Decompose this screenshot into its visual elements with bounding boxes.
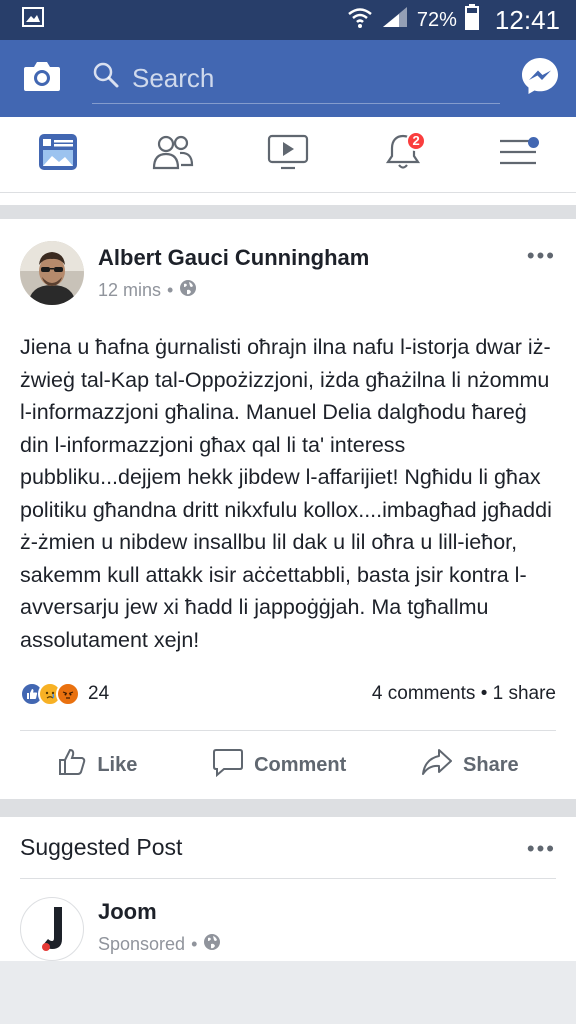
sponsor-name[interactable]: Joom bbox=[98, 899, 221, 925]
sponsored-label: Sponsored bbox=[98, 934, 186, 954]
tab-notifications[interactable]: 2 bbox=[368, 125, 438, 185]
gallery-notification-icon bbox=[22, 7, 44, 33]
globe-icon bbox=[179, 279, 197, 302]
tab-friends[interactable] bbox=[138, 125, 208, 185]
globe-icon bbox=[203, 933, 221, 956]
feed-post: Albert Gauci Cunningham 12 mins • ••• Ji… bbox=[0, 219, 576, 799]
divider bbox=[0, 205, 576, 219]
news-feed-icon bbox=[38, 133, 78, 176]
spacer bbox=[0, 193, 576, 205]
comment-label: Comment bbox=[254, 753, 347, 776]
sponsor-header: Joom Sponsored • bbox=[20, 879, 556, 961]
post-meta: 12 mins • bbox=[98, 279, 527, 302]
tab-menu[interactable] bbox=[483, 125, 553, 185]
post-time[interactable]: 12 mins bbox=[98, 280, 161, 301]
share-icon bbox=[421, 747, 453, 783]
post-actions: Like Comment Share bbox=[20, 731, 556, 799]
like-button[interactable]: Like bbox=[57, 747, 137, 783]
meta-separator: • bbox=[191, 934, 198, 954]
search-placeholder: Search bbox=[132, 62, 215, 93]
suggested-header: Suggested Post ••• bbox=[20, 817, 556, 879]
menu-indicator-dot bbox=[528, 136, 540, 148]
share-label: Share bbox=[463, 753, 519, 776]
post-author[interactable]: Albert Gauci Cunningham bbox=[98, 245, 527, 271]
engagement-counts: 4 comments • 1 share bbox=[372, 683, 556, 705]
messenger-icon[interactable] bbox=[520, 56, 560, 101]
tab-news-feed[interactable] bbox=[23, 125, 93, 185]
suggested-options-button[interactable]: ••• bbox=[527, 834, 556, 862]
like-label: Like bbox=[97, 753, 138, 776]
signal-icon bbox=[381, 5, 409, 35]
post-options-button[interactable]: ••• bbox=[527, 241, 556, 269]
wifi-icon bbox=[347, 5, 373, 35]
tab-watch[interactable] bbox=[253, 125, 323, 185]
battery-icon bbox=[464, 4, 479, 36]
meta-separator: • bbox=[167, 280, 174, 300]
stats-separator: • bbox=[480, 683, 493, 704]
reactions-summary[interactable]: 24 bbox=[20, 682, 109, 706]
share-button[interactable]: Share bbox=[421, 747, 519, 783]
video-icon bbox=[267, 134, 309, 175]
search-icon bbox=[92, 61, 120, 96]
post-stats: 24 4 comments • 1 share bbox=[20, 676, 556, 712]
status-bar: 72% 12:41 bbox=[0, 0, 576, 40]
top-bar: Search bbox=[0, 40, 576, 117]
comment-button[interactable]: Comment bbox=[212, 747, 346, 783]
clock: 12:41 bbox=[494, 4, 560, 35]
thumbs-up-icon bbox=[57, 747, 87, 783]
reactions-count: 24 bbox=[88, 683, 110, 704]
notification-badge: 2 bbox=[406, 130, 427, 151]
post-body: Jiena u ħafna ġurnalisti oħrajn ilna naf… bbox=[20, 335, 552, 652]
comments-count[interactable]: 4 comments bbox=[372, 683, 475, 704]
battery-percent: 72% bbox=[416, 8, 457, 31]
post-header: Albert Gauci Cunningham 12 mins • ••• bbox=[20, 241, 556, 305]
camera-icon[interactable] bbox=[22, 59, 62, 98]
search-input[interactable]: Search bbox=[92, 54, 500, 104]
angry-reaction-icon bbox=[56, 682, 80, 706]
avatar[interactable] bbox=[20, 241, 84, 305]
suggested-post: Suggested Post ••• Joom Sponsored • bbox=[0, 817, 576, 961]
friends-icon bbox=[152, 134, 194, 175]
suggested-title: Suggested Post bbox=[20, 834, 183, 860]
shares-count[interactable]: 1 share bbox=[493, 683, 556, 704]
comment-icon bbox=[212, 747, 244, 783]
tab-bar: 2 bbox=[0, 117, 576, 193]
divider bbox=[0, 799, 576, 817]
sponsor-meta: Sponsored • bbox=[98, 933, 221, 956]
joom-logo[interactable] bbox=[20, 897, 84, 961]
